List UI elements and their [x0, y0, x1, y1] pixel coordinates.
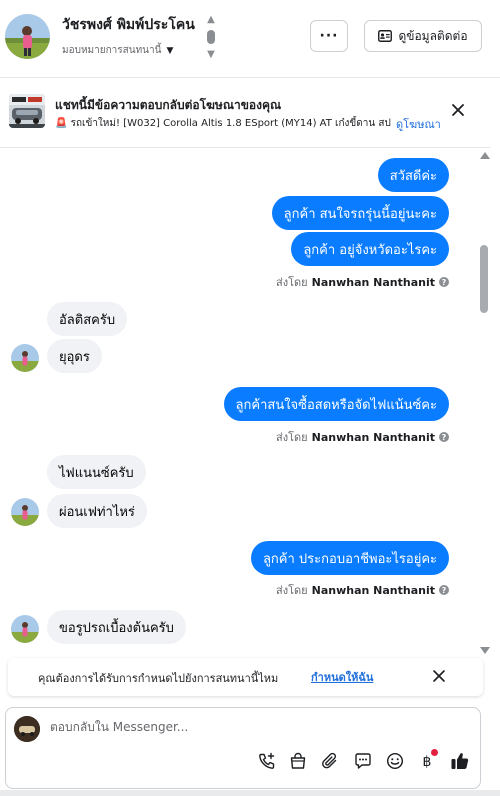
attachment-icon — [322, 752, 337, 769]
navigation-arrows-icon[interactable]: ▲ ▼ — [204, 14, 218, 60]
assign-to-me-link[interactable]: กำหนดให้ฉัน — [311, 668, 373, 686]
ad-banner-title: แชทนี้มีข้อความตอบกลับต่อโฆษณาของคุณ — [55, 98, 282, 112]
scroll-up-icon[interactable] — [480, 152, 490, 159]
contact-info-button[interactable]: ดูข้อมูลติดต่อ — [364, 20, 482, 52]
like-button[interactable] — [449, 750, 471, 772]
help-icon[interactable]: ? — [439, 585, 449, 595]
more-icon: ··· — [319, 28, 339, 44]
help-icon[interactable]: ? — [439, 432, 449, 442]
conversation-header: วัชรพงศ์ พิมพ์ประโคน มอบหมายการสนทนานี้ … — [0, 0, 500, 78]
sent-by-name: Nanwhan Nanthanit — [311, 430, 435, 444]
contact-avatar-small[interactable] — [11, 615, 39, 643]
assign-reminder: คุณต้องการได้รับการกำหนดไปยังการสนทนานี้… — [8, 658, 483, 696]
shop-button[interactable] — [287, 750, 309, 772]
add-call-icon — [259, 752, 275, 769]
outgoing-message[interactable]: สวัสดีค่ะ — [377, 158, 449, 192]
sent-by-prefix: ส่งโดย — [276, 276, 308, 289]
reply-input[interactable] — [50, 720, 350, 734]
ad-thumbnail[interactable] — [9, 94, 45, 128]
view-ad-link[interactable]: ดูโฆษณา — [396, 115, 441, 133]
incoming-message[interactable]: ยุอุดร — [47, 339, 102, 373]
thumbs-up-icon — [451, 753, 469, 769]
assign-conversation-dropdown[interactable]: มอบหมายการสนทนานี้ ▼ — [62, 43, 173, 58]
scroll-thumb[interactable] — [480, 245, 488, 313]
message-thread[interactable]: สวัสดีค่ะ ลูกค้า สนใจรถรุ่นนี้อยู่นะคะ ล… — [0, 148, 490, 658]
outgoing-message[interactable]: ลูกค้า สนใจรถรุ่นนี้อยู่นะคะ — [271, 196, 449, 230]
arrow-up-icon[interactable]: ▲ — [207, 14, 215, 25]
contact-avatar-small[interactable] — [11, 344, 39, 372]
add-call-button[interactable] — [256, 750, 278, 772]
incoming-message[interactable]: ขอรูปรถเบื้องต้นครับ — [47, 610, 186, 644]
sent-by-label: ส่งโดย Nanwhan Nanthanit ? — [276, 428, 449, 446]
sent-by-prefix: ส่งโดย — [276, 584, 308, 597]
contact-card-icon — [378, 30, 393, 42]
payment-button[interactable]: ฿ — [416, 749, 438, 772]
contact-info-label: ดูข้อมูลติดต่อ — [398, 28, 468, 43]
notification-dot — [431, 749, 438, 756]
sent-by-name: Nanwhan Nanthanit — [311, 275, 435, 289]
outgoing-message[interactable]: ลูกค้า ประกอบอาชีพอะไรอยู่คะ — [250, 541, 449, 575]
contact-name: วัชรพงศ์ พิมพ์ประโคน — [62, 17, 195, 33]
incoming-message[interactable]: ไฟแนนซ์ครับ — [47, 455, 146, 489]
message-scrollbar[interactable] — [478, 148, 490, 658]
svg-text:฿: ฿ — [423, 754, 432, 770]
ad-reply-banner: แชทนี้มีข้อความตอบกลับต่อโฆษณาของคุณ 🚨 ร… — [0, 78, 490, 148]
saved-reply-icon — [355, 753, 371, 769]
outgoing-message[interactable]: ลูกค้า อยู่จังหวัดอะไรคะ — [291, 232, 449, 266]
emoji-button[interactable] — [384, 750, 406, 772]
page-avatar — [14, 716, 40, 742]
sent-by-prefix: ส่งโดย — [276, 431, 308, 444]
incoming-message[interactable]: อัลติสครับ — [47, 302, 128, 336]
navigation-dot — [207, 30, 215, 44]
incoming-message[interactable]: ผ่อนเฟท่าไหร่ — [47, 494, 147, 528]
assign-label: มอบหมายการสนทนานี้ — [62, 45, 162, 56]
ad-banner-subtitle: 🚨 รถเข้าใหม่! [W032] Corolla Altis 1.8 E… — [55, 118, 391, 129]
outgoing-message[interactable]: ลูกค้าสนใจซื้อสดหรือจัดไฟแน้นซ์คะ — [223, 387, 449, 421]
assign-reminder-text: คุณต้องการได้รับการกำหนดไปยังการสนทนานี้… — [38, 672, 279, 685]
bottom-edge — [0, 790, 500, 796]
close-icon[interactable] — [432, 669, 446, 683]
emoji-icon — [386, 752, 404, 770]
help-icon[interactable]: ? — [439, 277, 449, 287]
saved-reply-button[interactable] — [352, 750, 374, 772]
attach-button[interactable] — [319, 750, 341, 772]
more-button[interactable]: ··· — [310, 20, 348, 52]
arrow-down-icon[interactable]: ▼ — [207, 49, 215, 60]
shopping-bag-icon — [290, 752, 306, 769]
chevron-down-icon: ▼ — [166, 45, 174, 56]
close-icon[interactable] — [450, 102, 466, 118]
scroll-down-icon[interactable] — [480, 647, 490, 654]
sent-by-name: Nanwhan Nanthanit — [311, 583, 435, 597]
contact-avatar[interactable] — [5, 14, 50, 59]
sent-by-label: ส่งโดย Nanwhan Nanthanit ? — [276, 273, 449, 291]
sent-by-label: ส่งโดย Nanwhan Nanthanit ? — [276, 581, 449, 599]
message-composer: ฿ — [5, 707, 481, 789]
contact-avatar-small[interactable] — [11, 498, 39, 526]
